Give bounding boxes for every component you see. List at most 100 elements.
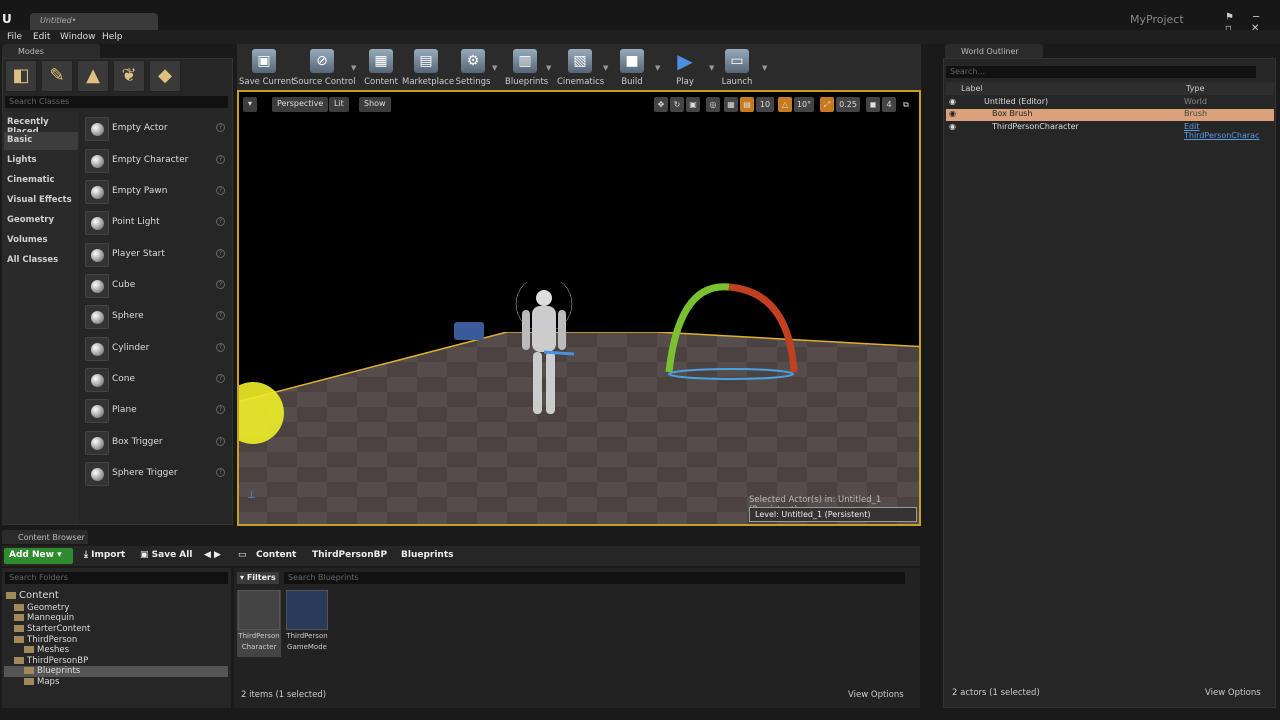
foliage-mode-icon[interactable]: ❦	[113, 60, 145, 92]
scale-snap-icon[interactable]: ⤢	[820, 97, 834, 112]
marketplace-button[interactable]: ▤ Marketplace	[402, 44, 454, 90]
place-item-sphere[interactable]: Sphere?	[84, 302, 229, 330]
search-folders-input[interactable]: Search Folders	[5, 572, 228, 584]
category-lights[interactable]: Lights	[4, 152, 78, 170]
type-column-header[interactable]: Type	[1186, 84, 1204, 93]
category-basic[interactable]: Basic	[4, 132, 78, 150]
category-all-classes[interactable]: All Classes	[4, 252, 78, 270]
save-all-button[interactable]: ▣ Save All	[140, 550, 192, 560]
help-icon[interactable]: ?	[216, 123, 225, 132]
third-person-character[interactable]	[514, 282, 574, 432]
blueprints-button[interactable]: ▥ Blueprints	[505, 44, 548, 90]
help-icon[interactable]: ?	[216, 155, 225, 164]
menu-edit[interactable]: Edit	[33, 32, 50, 42]
folder-meshes[interactable]: Meshes	[24, 645, 69, 656]
menu-file[interactable]: File	[7, 32, 22, 42]
place-item-cone[interactable]: Cone?	[84, 365, 229, 393]
blueprints-dropdown-icon[interactable]: ▼	[546, 64, 551, 72]
history-nav-icon[interactable]: ◀ ▶	[204, 550, 221, 560]
folder-startercontent[interactable]: StarterContent	[14, 624, 90, 635]
folder-content[interactable]: Content	[6, 590, 59, 601]
source-control-dropdown-icon[interactable]: ▼	[351, 64, 356, 72]
tab-modes[interactable]: Modes	[2, 44, 100, 58]
perspective-button[interactable]: Perspective	[272, 97, 329, 112]
help-icon[interactable]: ?	[216, 249, 225, 258]
menu-help[interactable]: Help	[102, 32, 123, 42]
launch-dropdown-icon[interactable]: ▼	[762, 64, 767, 72]
geometry-mode-icon[interactable]: ◆	[149, 60, 181, 92]
help-icon[interactable]: ?	[216, 374, 225, 383]
category-cinematic[interactable]: Cinematic	[4, 172, 78, 190]
category-visual-effects[interactable]: Visual Effects	[4, 192, 78, 210]
add-new-button[interactable]: Add New ▾	[4, 548, 73, 564]
folder-maps[interactable]: Maps	[24, 677, 59, 688]
edit-blueprint-link[interactable]: Edit ThirdPersonCharac	[1184, 122, 1274, 140]
lit-button[interactable]: Lit	[329, 97, 349, 112]
import-button[interactable]: ⤓ Import	[84, 550, 125, 560]
eye-icon[interactable]: ◉	[949, 109, 956, 118]
save-current-button[interactable]: ▣ Save Current	[239, 44, 295, 90]
eye-icon[interactable]: ◉	[949, 122, 956, 131]
build-button[interactable]: ■ Build	[617, 44, 647, 90]
settings-button[interactable]: ⚙ Settings	[455, 44, 491, 90]
outliner-view-options[interactable]: View Options	[1205, 688, 1261, 698]
place-item-plane[interactable]: Plane?	[84, 396, 229, 424]
world-space-icon[interactable]: ◎	[706, 97, 720, 112]
play-button[interactable]: ▶ Play	[670, 44, 700, 90]
grid-snap-icon[interactable]: ▤	[740, 97, 754, 112]
landscape-mode-icon[interactable]: ▲	[77, 60, 109, 92]
camera-speed-icon[interactable]: ◼	[866, 97, 880, 112]
outliner-row-box-brush[interactable]: ◉ Box Brush Brush	[946, 109, 1274, 121]
category-geometry[interactable]: Geometry	[4, 212, 78, 230]
show-button[interactable]: Show	[359, 97, 391, 112]
search-blueprints-input[interactable]: Search Blueprints	[284, 572, 905, 584]
asset-thirdperson-character[interactable]: ThirdPerson Character	[237, 590, 281, 657]
help-icon[interactable]: ?	[216, 280, 225, 289]
cb-view-options[interactable]: View Options	[848, 690, 904, 700]
category-recently-placed[interactable]: Recently Placed	[4, 114, 78, 137]
place-item-cube[interactable]: Cube?	[84, 271, 229, 299]
launch-button[interactable]: ▭ Launch	[721, 44, 753, 90]
source-control-button[interactable]: ⊘ Source Control	[293, 44, 356, 90]
rotation-snap-icon[interactable]: △	[778, 97, 792, 112]
scale-snap-value[interactable]: 0.25	[836, 97, 860, 112]
category-volumes[interactable]: Volumes	[4, 232, 78, 250]
place-item-box-trigger[interactable]: Box Trigger?	[84, 428, 229, 456]
settings-dropdown-icon[interactable]: ▼	[492, 64, 497, 72]
help-icon[interactable]: ?	[216, 468, 225, 477]
help-icon[interactable]: ?	[216, 437, 225, 446]
folder-mannequin[interactable]: Mannequin	[14, 613, 74, 624]
help-icon[interactable]: ?	[216, 405, 225, 414]
place-item-player-start[interactable]: Player Start?	[84, 240, 229, 268]
breadcrumb-thirdpersonbp[interactable]: ThirdPersonBP	[312, 550, 387, 560]
outliner-search-input[interactable]: Search...	[946, 66, 1256, 78]
label-column-header[interactable]: Label	[961, 84, 983, 93]
search-classes-input[interactable]: Search Classes	[5, 96, 228, 108]
camera-speed-value[interactable]: 4	[882, 97, 896, 112]
paint-mode-icon[interactable]: ✎	[41, 60, 73, 92]
rotate-icon[interactable]: ↻	[670, 97, 684, 112]
place-item-empty-actor[interactable]: Empty Actor?	[84, 114, 229, 142]
cinematics-dropdown-icon[interactable]: ▼	[603, 64, 608, 72]
viewport-options-button[interactable]: ▾	[243, 97, 257, 112]
translate-icon[interactable]: ✥	[654, 97, 668, 112]
eye-icon[interactable]: ◉	[949, 97, 956, 106]
cinematics-button[interactable]: ▧ Cinematics	[557, 44, 604, 90]
tab-world-outliner[interactable]: World Outliner	[945, 44, 1043, 58]
help-icon[interactable]: ?	[216, 311, 225, 320]
folder-blueprints[interactable]: Blueprints	[4, 666, 228, 677]
filters-button[interactable]: ▾ Filters	[237, 572, 279, 584]
help-icon[interactable]: ?	[216, 186, 225, 195]
help-icon[interactable]: ?	[216, 343, 225, 352]
place-item-point-light[interactable]: Point Light?	[84, 208, 229, 236]
menu-window[interactable]: Window	[60, 32, 96, 42]
play-dropdown-icon[interactable]: ▼	[709, 64, 714, 72]
maximize-viewport-icon[interactable]: ⧉	[900, 97, 912, 112]
breadcrumb-blueprints[interactable]: Blueprints	[401, 550, 454, 560]
scale-icon[interactable]: ▣	[686, 97, 700, 112]
place-item-sphere-trigger[interactable]: Sphere Trigger?	[84, 459, 229, 487]
place-mode-icon[interactable]: ◧	[5, 60, 37, 92]
grid-snap-value[interactable]: 10	[756, 97, 774, 112]
content-button[interactable]: ▦ Content	[363, 44, 399, 90]
tab-untitled[interactable]: Untitled•	[30, 13, 158, 30]
